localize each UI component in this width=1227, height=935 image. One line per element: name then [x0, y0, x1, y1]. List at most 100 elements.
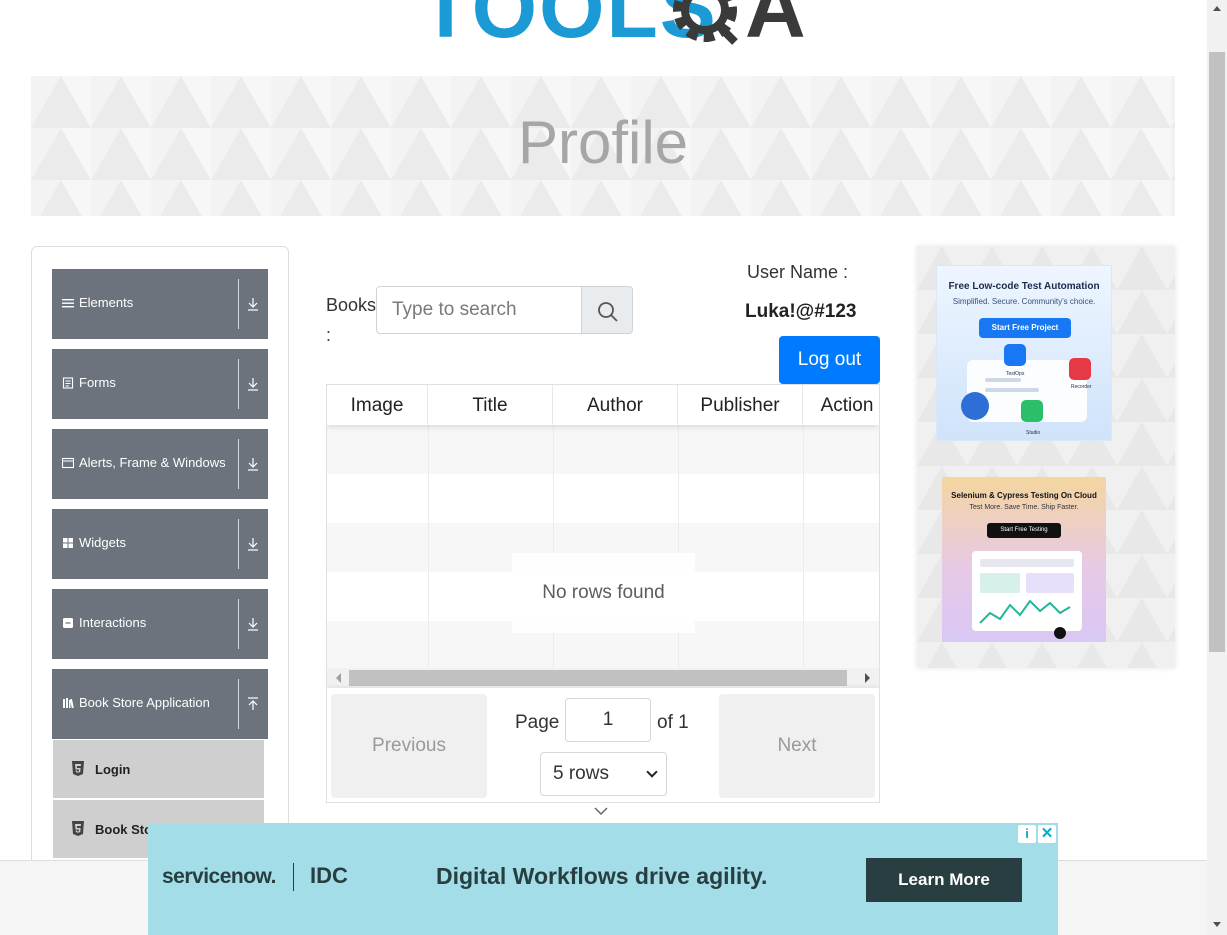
page-scrollbar[interactable]	[1207, 0, 1227, 935]
expand-down-icon[interactable]	[247, 297, 259, 311]
ad-cta-button[interactable]: Start Free Testing	[987, 523, 1061, 538]
collapse-up-icon[interactable]	[247, 697, 259, 711]
lambdatest-ad[interactable]: Selenium & Cypress Testing On Cloud Test…	[942, 477, 1106, 642]
ad-illustration	[972, 551, 1082, 639]
expand-down-icon[interactable]	[247, 377, 259, 391]
scroll-down-icon[interactable]	[1213, 922, 1221, 927]
table-row	[327, 474, 879, 523]
sidebar-item-label: Login	[95, 762, 131, 777]
table-row	[327, 425, 879, 474]
sidebar-group-alerts[interactable]: Alerts, Frame & Windows	[52, 429, 268, 499]
user-name-value: Luka!@#123	[745, 301, 857, 322]
page-number-input[interactable]	[565, 698, 651, 742]
gear-icon	[673, 0, 738, 45]
search-input[interactable]	[376, 286, 582, 334]
books-icon	[63, 698, 74, 709]
ad-close-icon[interactable]: ✕	[1038, 825, 1056, 843]
logo-letter: A	[745, 0, 806, 55]
divider	[238, 279, 239, 329]
sidebar-group-widgets[interactable]: Widgets	[52, 509, 268, 579]
sidebar-group-elements[interactable]: Elements	[52, 269, 268, 339]
sidebar-group-label: Alerts, Frame & Windows	[79, 455, 226, 470]
toolsqa-logo[interactable]: TOOLS A	[400, 0, 820, 66]
rows-per-page-value: 5 rows	[553, 763, 609, 784]
sidebar-group-label: Forms	[79, 375, 116, 390]
divider	[238, 359, 239, 409]
sidebar-group-label: Book Store Application	[79, 695, 210, 710]
expand-down-icon[interactable]	[247, 617, 259, 631]
page-banner: Profile	[31, 76, 1175, 216]
rows-per-page-select[interactable]: 5 rows	[540, 752, 667, 796]
ad-cta-button[interactable]: Start Free Project	[979, 318, 1071, 338]
scroll-left-icon[interactable]	[336, 673, 341, 683]
ad-headline: Free Low-code Test Automation	[948, 281, 1100, 292]
column-header-publisher[interactable]: Publisher	[678, 385, 803, 425]
column-divider	[428, 425, 429, 668]
sidebar-group-book-store[interactable]: Book Store Application	[52, 669, 268, 739]
sidebar-group-interactions[interactable]: Interactions	[52, 589, 268, 659]
window-icon	[62, 457, 74, 469]
table-header: Image Title Author Publisher Action	[327, 385, 879, 425]
sidebar-group-label: Widgets	[79, 535, 126, 550]
html5-icon	[72, 821, 84, 836]
ad-label: TestOps	[1006, 371, 1025, 377]
expand-down-icon[interactable]	[247, 457, 259, 471]
sidebar: Elements Forms Alerts, Frame & Windows W…	[31, 246, 289, 866]
books-table: Image Title Author Publisher Action No r…	[326, 384, 880, 803]
servicenow-logo: servicenow.	[162, 865, 276, 888]
scrollbar-thumb[interactable]	[349, 670, 847, 686]
sidebar-item-label: Book Sto	[95, 822, 153, 837]
divider	[238, 599, 239, 649]
chevron-down-icon	[646, 766, 658, 778]
ad-illustration: TestOps Recorder Studio	[961, 344, 1092, 436]
expand-down-icon[interactable]	[247, 537, 259, 551]
hamburger-icon	[62, 299, 74, 308]
column-header-action[interactable]: Action	[803, 385, 879, 425]
sidebar-group-label: Interactions	[79, 615, 147, 630]
right-ad-panel: Free Low-code Test Automation Simplified…	[917, 246, 1175, 668]
ad-headline: Selenium & Cypress Testing On Cloud	[951, 491, 1097, 500]
user-name-label: User Name :	[747, 262, 849, 282]
sidebar-group-label: Elements	[79, 295, 134, 310]
logout-button[interactable]: Log out	[779, 336, 880, 384]
ad-headline: Digital Workflows drive agility.	[436, 863, 768, 889]
learn-more-button[interactable]: Learn More	[866, 858, 1022, 902]
divider	[238, 439, 239, 489]
scrollbar-thumb[interactable]	[1209, 52, 1225, 652]
books-label: Books :	[326, 295, 377, 345]
next-button[interactable]: Next	[719, 694, 875, 798]
ad-label: Recorder	[1071, 384, 1092, 390]
bottom-banner-ad[interactable]: servicenow. IDC Digital Workflows drive …	[148, 823, 1058, 935]
sidebar-group-forms[interactable]: Forms	[52, 349, 268, 419]
ad-subtitle: Test More. Save Time. Ship Faster.	[969, 504, 1079, 511]
column-divider	[803, 425, 804, 668]
scroll-right-icon[interactable]	[865, 673, 870, 683]
page-label: Page	[515, 712, 560, 733]
horizontal-scrollbar[interactable]	[327, 668, 879, 688]
column-header-author[interactable]: Author	[553, 385, 678, 425]
no-rows-message: No rows found	[512, 553, 695, 633]
divider	[293, 863, 294, 891]
grid-icon	[63, 538, 73, 548]
column-header-image[interactable]: Image	[327, 385, 428, 425]
square-icon	[63, 618, 73, 628]
ad-label: Studio	[1026, 430, 1040, 436]
scroll-up-icon[interactable]	[1213, 6, 1221, 11]
chevron-down-icon[interactable]	[594, 806, 608, 816]
pagination: Previous Page of 1 5 rows Next	[327, 688, 879, 802]
divider	[238, 679, 239, 729]
page-title: Profile	[517, 109, 689, 176]
sidebar-item-login[interactable]: Login	[53, 740, 264, 798]
ad-info-icon[interactable]: i	[1018, 825, 1036, 843]
form-icon	[62, 377, 74, 389]
katalon-ad[interactable]: Free Low-code Test Automation Simplified…	[936, 265, 1112, 441]
search-icon	[598, 302, 618, 322]
html5-icon	[72, 761, 84, 776]
previous-button[interactable]: Previous	[331, 694, 487, 798]
page-total: of 1	[657, 712, 689, 733]
column-header-title[interactable]: Title	[428, 385, 553, 425]
idc-logo: IDC	[310, 863, 348, 888]
ad-subtitle: Simplified. Secure. Community's choice.	[952, 297, 1096, 306]
search-button[interactable]	[581, 286, 633, 334]
divider	[238, 519, 239, 569]
